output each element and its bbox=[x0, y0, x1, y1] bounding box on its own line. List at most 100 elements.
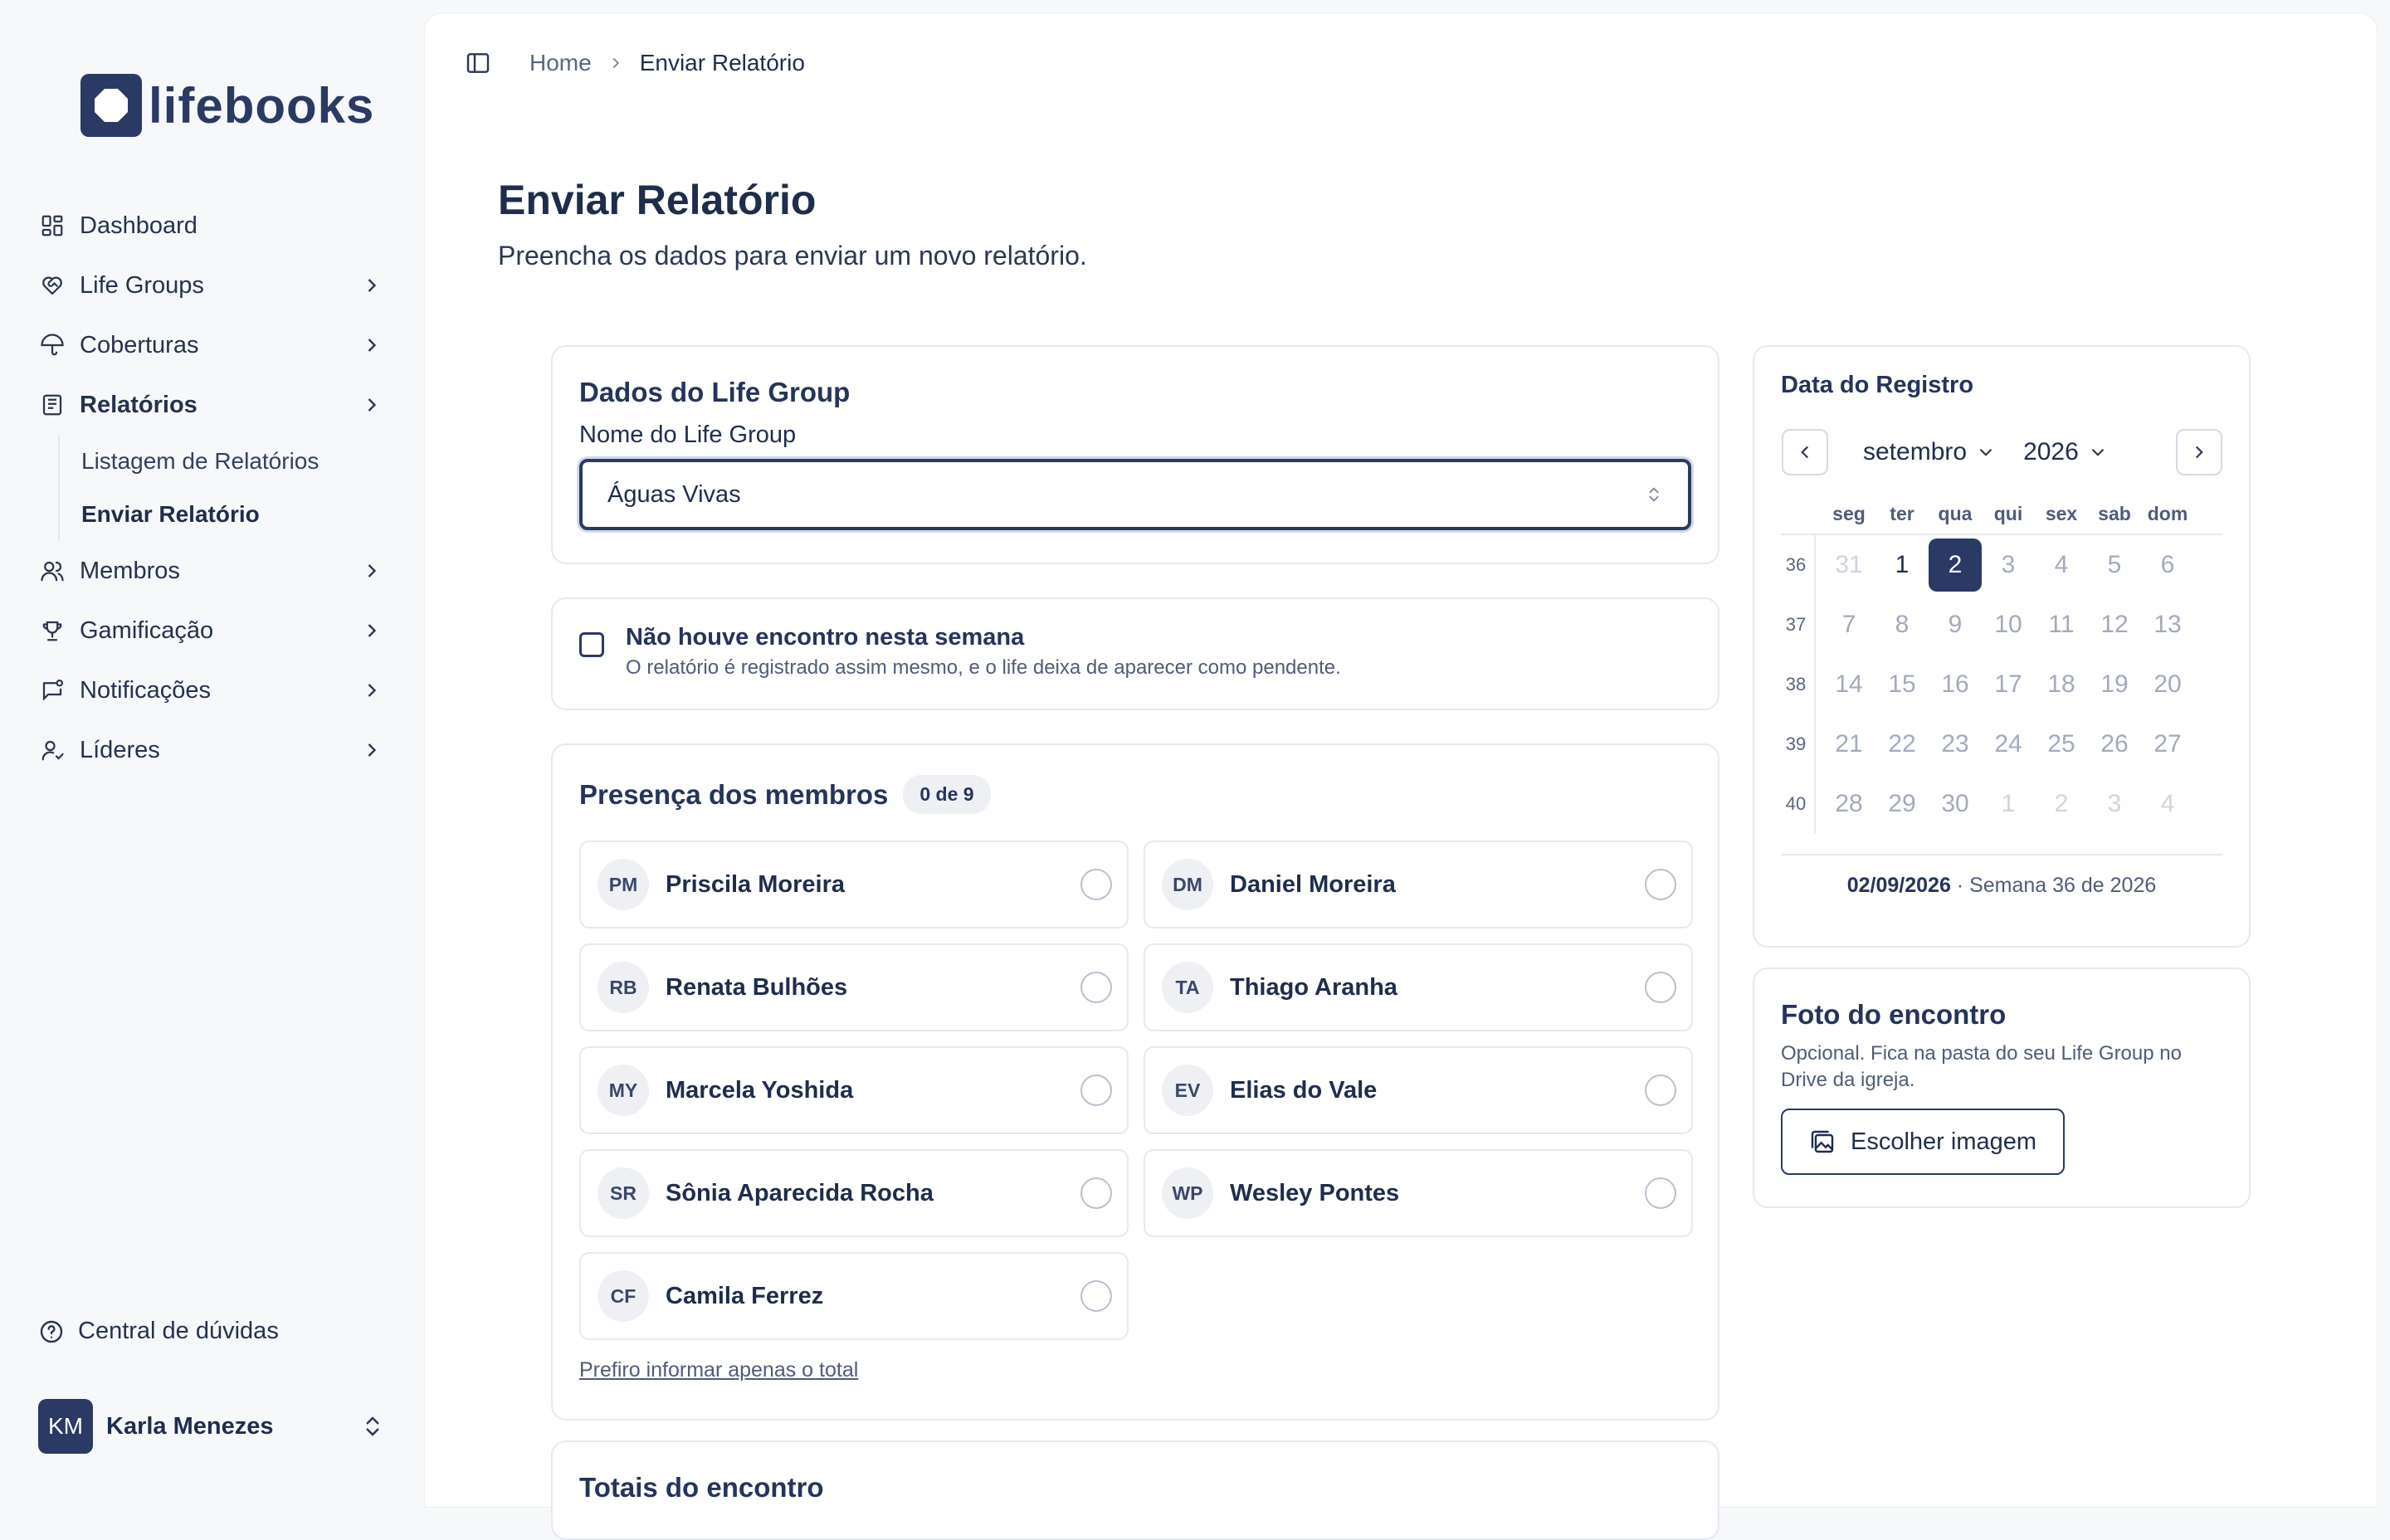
member-radio[interactable] bbox=[1080, 1075, 1112, 1106]
calendar-day[interactable]: 1 bbox=[1982, 777, 2035, 831]
week-number: 37 bbox=[1785, 614, 1807, 635]
avatar: KM bbox=[38, 1399, 93, 1454]
calendar-day[interactable]: 16 bbox=[1929, 658, 1982, 711]
calendar-day[interactable]: 27 bbox=[2141, 718, 2194, 771]
sidebar-item-life-groups[interactable]: Life Groups bbox=[38, 256, 385, 315]
calendar-day[interactable]: 15 bbox=[1875, 658, 1929, 711]
member-radio[interactable] bbox=[1645, 869, 1676, 900]
calendar-day[interactable]: 24 bbox=[1982, 718, 2035, 771]
member-item[interactable]: CF Camila Ferrez bbox=[579, 1252, 1129, 1340]
calendar-day[interactable]: 3 bbox=[2088, 777, 2141, 831]
calendar-day[interactable]: 22 bbox=[1875, 718, 1929, 771]
prev-month-button[interactable] bbox=[1782, 429, 1828, 475]
leader-icon bbox=[38, 736, 66, 764]
calendar-day[interactable]: 23 bbox=[1929, 718, 1982, 771]
member-radio[interactable] bbox=[1080, 972, 1112, 1003]
calendar-day[interactable]: 2 bbox=[2035, 777, 2088, 831]
calendar-day[interactable]: 13 bbox=[2141, 598, 2194, 651]
member-item[interactable]: MY Marcela Yoshida bbox=[579, 1046, 1129, 1134]
user-name: Karla Menezes bbox=[106, 1412, 274, 1440]
logo[interactable]: lifebooks bbox=[80, 73, 385, 138]
sidebar-item-membros[interactable]: Membros bbox=[38, 541, 385, 601]
member-item[interactable]: SR Sônia Aparecida Rocha bbox=[579, 1149, 1129, 1237]
member-avatar: PM bbox=[598, 859, 649, 910]
member-item[interactable]: DM Daniel Moreira bbox=[1144, 841, 1693, 928]
member-item[interactable]: WP Wesley Pontes bbox=[1144, 1149, 1693, 1237]
breadcrumb-home[interactable]: Home bbox=[529, 50, 592, 76]
member-radio[interactable] bbox=[1080, 869, 1112, 900]
no-meeting-checkbox[interactable] bbox=[579, 632, 604, 657]
calendar-day[interactable]: 29 bbox=[1875, 777, 1929, 831]
sidebar-subitem-enviar[interactable]: Enviar Relatório bbox=[38, 488, 385, 541]
calendar-day[interactable]: 30 bbox=[1929, 777, 1982, 831]
calendar-day[interactable]: 10 bbox=[1982, 598, 2035, 651]
sidebar-item-label: Life Groups bbox=[80, 271, 204, 299]
calendar-day[interactable]: 14 bbox=[1822, 658, 1875, 711]
calendar-day-selected[interactable]: 2 bbox=[1929, 539, 1982, 592]
sidebar-item-relatorios[interactable]: Relatórios bbox=[38, 375, 385, 435]
report-icon bbox=[38, 391, 66, 419]
calendar-day[interactable]: 25 bbox=[2035, 718, 2088, 771]
next-month-button[interactable] bbox=[2176, 429, 2222, 475]
calendar-day[interactable]: 7 bbox=[1822, 598, 1875, 651]
weekday-label: sab bbox=[2098, 502, 2131, 524]
calendar-day[interactable]: 9 bbox=[1929, 598, 1982, 651]
calendar-day[interactable]: 17 bbox=[1982, 658, 2035, 711]
calendar-day[interactable]: 5 bbox=[2088, 539, 2141, 592]
choose-image-button[interactable]: Escolher imagem bbox=[1781, 1109, 2066, 1175]
sidebar-item-notificacoes[interactable]: Notificações bbox=[38, 660, 385, 720]
sidebar-item-dashboard[interactable]: Dashboard bbox=[38, 196, 385, 256]
calendar-day[interactable]: 26 bbox=[2088, 718, 2141, 771]
help-center-link[interactable]: Central de dúvidas bbox=[38, 1318, 279, 1345]
lifegroup-select[interactable]: Águas Vivas bbox=[579, 459, 1691, 530]
member-radio[interactable] bbox=[1645, 1177, 1676, 1209]
calendar-day[interactable]: 18 bbox=[2035, 658, 2088, 711]
calendar-day[interactable]: 31 bbox=[1822, 539, 1875, 592]
calendar-day[interactable]: 12 bbox=[2088, 598, 2141, 651]
member-item[interactable]: PM Priscila Moreira bbox=[579, 841, 1129, 928]
sidebar-item-coberturas[interactable]: Coberturas bbox=[38, 315, 385, 375]
calendar-day[interactable]: 1 bbox=[1875, 539, 1929, 592]
member-radio[interactable] bbox=[1080, 1280, 1112, 1312]
sidebar-item-label: Líderes bbox=[80, 736, 160, 763]
member-radio[interactable] bbox=[1645, 1075, 1676, 1106]
calendar-day[interactable]: 4 bbox=[2035, 539, 2088, 592]
calendar-day[interactable]: 8 bbox=[1875, 598, 1929, 651]
member-item[interactable]: TA Thiago Aranha bbox=[1144, 943, 1693, 1031]
member-item[interactable]: EV Elias do Vale bbox=[1144, 1046, 1693, 1134]
weekday-label: dom bbox=[2147, 502, 2188, 524]
calendar-day[interactable]: 19 bbox=[2088, 658, 2141, 711]
member-item[interactable]: RB Renata Bulhões bbox=[579, 943, 1129, 1031]
image-plus-icon bbox=[1811, 1130, 1834, 1153]
sidebar-item-gamificacao[interactable]: Gamificação bbox=[38, 601, 385, 660]
umbrella-icon bbox=[38, 331, 66, 359]
total-only-link[interactable]: Prefiro informar apenas o total bbox=[579, 1358, 858, 1382]
calendar-week-row: 40 28 29 30 1 2 3 4 bbox=[1781, 774, 2222, 834]
user-menu[interactable]: KM Karla Menezes bbox=[38, 1399, 385, 1454]
sidebar-toggle-icon[interactable] bbox=[465, 50, 491, 76]
calendar-day[interactable]: 4 bbox=[2141, 777, 2194, 831]
member-radio[interactable] bbox=[1645, 972, 1676, 1003]
sidebar-subitem-listagem[interactable]: Listagem de Relatórios bbox=[38, 435, 385, 488]
calendar-day[interactable]: 28 bbox=[1822, 777, 1875, 831]
calendar-day[interactable]: 6 bbox=[2141, 539, 2194, 592]
sidebar-item-lideres[interactable]: Líderes bbox=[38, 720, 385, 780]
calendar-day[interactable]: 3 bbox=[1982, 539, 2035, 592]
year-select[interactable]: 2026 bbox=[2023, 438, 2109, 466]
breadcrumb-current: Enviar Relatório bbox=[639, 50, 805, 76]
topbar: Home Enviar Relatório bbox=[465, 50, 805, 76]
week-number: 40 bbox=[1785, 793, 1807, 814]
weekday-label: ter bbox=[1890, 502, 1914, 524]
calendar-day[interactable]: 20 bbox=[2141, 658, 2194, 711]
photo-title: Foto do encontro bbox=[1781, 999, 2007, 1030]
month-select[interactable]: setembro bbox=[1863, 438, 1997, 466]
member-radio[interactable] bbox=[1080, 1177, 1112, 1209]
calendar-week-row: 39 21 22 23 24 25 26 27 bbox=[1781, 714, 2222, 774]
chevron-down-icon bbox=[2091, 448, 2105, 456]
selected-week: · Semana 36 de 2026 bbox=[1950, 874, 2157, 897]
calendar-day[interactable]: 11 bbox=[2035, 598, 2088, 651]
calendar-day[interactable]: 21 bbox=[1822, 718, 1875, 771]
lifegroup-card-title: Dados do Life Group bbox=[579, 377, 851, 407]
main-content: Home Enviar Relatório Enviar Relatório P… bbox=[425, 13, 2377, 1540]
calendar-week-row: 38 14 15 16 17 18 19 20 bbox=[1781, 655, 2222, 714]
